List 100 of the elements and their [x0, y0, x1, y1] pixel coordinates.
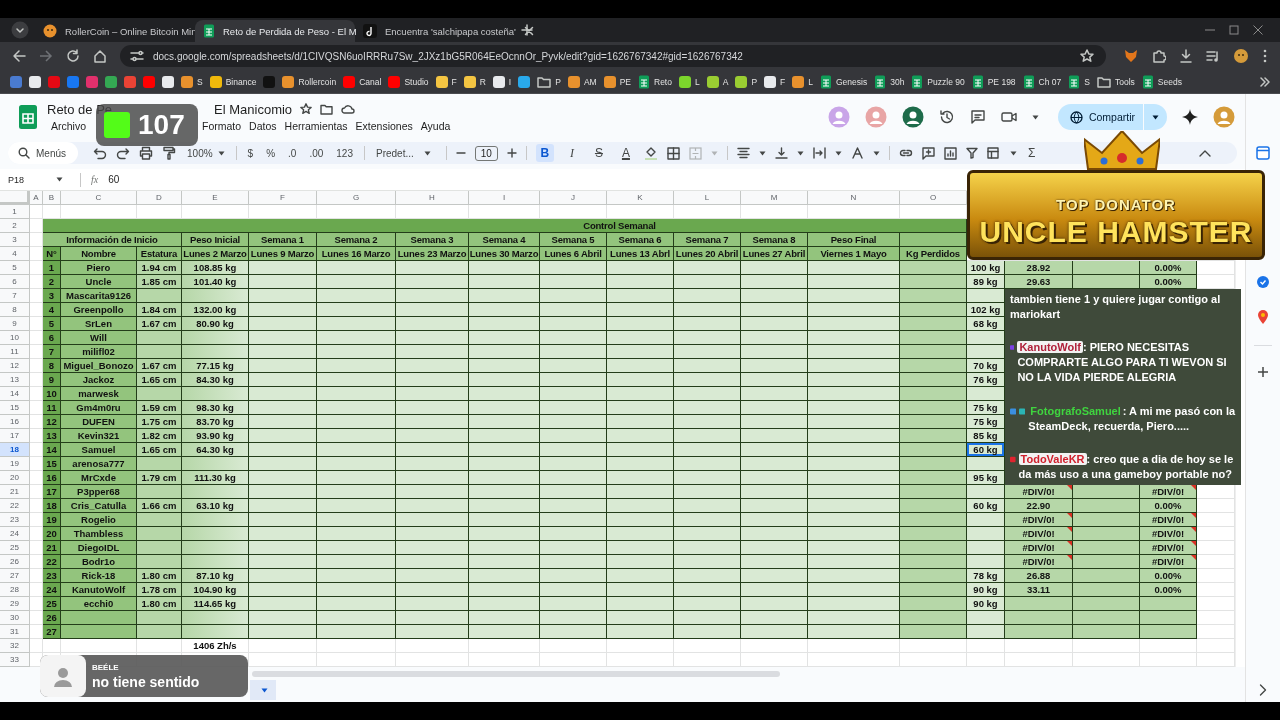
bookmark[interactable]: F [435, 75, 457, 88]
comment-icon[interactable] [969, 109, 986, 125]
row-header[interactable]: 10 [0, 331, 30, 345]
column-header[interactable]: O [900, 191, 967, 205]
collapse-icon[interactable] [1199, 149, 1211, 157]
tasks-icon[interactable] [1256, 275, 1270, 289]
bookmark[interactable]: Studio [388, 75, 429, 88]
row-header[interactable]: 25 [0, 541, 30, 555]
format-button[interactable]: $ [245, 144, 256, 162]
reload-icon[interactable] [66, 49, 80, 63]
address-bar[interactable]: docs.google.com/spreadsheets/d/1CIVQSN6uoIRRRu7Sw_2JXz1bG5R064EeOcnnOr_Pyvk/edit?gid=1626767342#gid=1626767342 [120, 45, 1106, 67]
calendar-icon[interactable] [1256, 146, 1270, 160]
video-call-icon[interactable] [1000, 111, 1017, 123]
bookmark[interactable]: Reto [638, 74, 672, 89]
bookmark[interactable]: Puzzle 90 [911, 74, 965, 89]
star-icon[interactable] [300, 103, 313, 115]
merge-cells-icon[interactable] [688, 146, 702, 160]
download-icon[interactable] [1179, 49, 1193, 63]
row-header[interactable]: 30 [0, 611, 30, 625]
functions-button[interactable]: Σ [1025, 144, 1038, 162]
chevron-right-icon[interactable] [1259, 684, 1267, 696]
column-header[interactable]: H [396, 191, 469, 205]
bookmark[interactable]: A [706, 75, 729, 88]
format-button[interactable]: .0 [286, 144, 299, 162]
text-wrap-icon[interactable] [812, 147, 826, 159]
share-button[interactable]: Compartir [1057, 104, 1167, 130]
text-style-button[interactable]: I [562, 144, 581, 162]
browser-tab[interactable]: Encuentra 'salchipapa costeña' [355, 20, 515, 42]
row-header[interactable]: 1 [0, 205, 30, 219]
row-header[interactable]: 22 [0, 499, 30, 513]
plus-icon[interactable] [1257, 366, 1269, 378]
column-header[interactable]: K [607, 191, 674, 205]
hamster-icon[interactable] [1233, 48, 1249, 64]
bookmark[interactable]: Seeds [1141, 74, 1182, 89]
text-rotate-icon[interactable] [850, 147, 864, 159]
add-comment-icon[interactable] [921, 146, 935, 160]
column-header[interactable]: L [674, 191, 741, 205]
name-box[interactable]: P18 [8, 174, 70, 185]
row-header[interactable]: 8 [0, 303, 30, 317]
row-header[interactable]: 20 [0, 471, 30, 485]
row-header[interactable]: 15 [0, 401, 30, 415]
row-header[interactable]: 3 [0, 233, 30, 247]
bookmark[interactable]: AM [567, 75, 597, 88]
row-header[interactable]: 17 [0, 429, 30, 443]
text-style-button[interactable]: S [589, 144, 608, 162]
bookmark[interactable]: Tools [1096, 75, 1135, 88]
bookmark[interactable]: R [463, 75, 486, 88]
menu-item[interactable]: Formato [198, 118, 246, 133]
restore-icon[interactable] [1228, 24, 1240, 36]
bookmark[interactable]: PE 198 [971, 74, 1016, 89]
cloud-icon[interactable] [341, 104, 356, 114]
document-title[interactable]: El Manicomio [214, 101, 293, 117]
menu-item[interactable]: Ayuda [416, 118, 455, 133]
sparkle-icon[interactable] [1182, 109, 1198, 125]
bookmark[interactable]: 30h [874, 74, 905, 89]
column-header[interactable]: N [808, 191, 900, 205]
row-header[interactable]: 13 [0, 373, 30, 387]
bookmark-icon[interactable] [518, 75, 531, 88]
bookmark[interactable]: Rollercoin [282, 75, 337, 88]
plus-icon[interactable] [506, 148, 517, 158]
row-header[interactable]: 33 [0, 653, 30, 667]
font-size-field[interactable]: 10 [474, 145, 498, 161]
media-control-icon[interactable] [1206, 49, 1220, 63]
bookmark-icon[interactable] [162, 75, 174, 88]
forward-arrow-icon[interactable] [39, 49, 53, 63]
tab-search-button[interactable] [11, 21, 29, 39]
home-icon[interactable] [93, 49, 107, 63]
row-header[interactable]: 11 [0, 345, 30, 359]
paint-format-icon[interactable] [162, 146, 176, 160]
bookmark[interactable]: S [181, 75, 203, 88]
print-icon[interactable] [139, 146, 153, 160]
sheets-logo-icon[interactable] [18, 104, 38, 130]
column-header[interactable]: M [741, 191, 808, 205]
back-arrow-icon[interactable] [12, 49, 26, 63]
folder-icon[interactable] [320, 103, 334, 115]
row-header[interactable]: 28 [0, 583, 30, 597]
scrollbar-thumb[interactable] [252, 670, 780, 677]
bookmark[interactable]: Binance [209, 75, 257, 88]
column-header[interactable]: E [182, 191, 249, 205]
formula-field[interactable]: 60 [108, 174, 120, 185]
column-header[interactable]: B [43, 191, 61, 205]
row-header[interactable]: 5 [0, 261, 30, 275]
bookmark[interactable]: P [537, 75, 561, 88]
bookmark[interactable]: F [764, 75, 786, 88]
row-header[interactable]: 6 [0, 275, 30, 289]
bookmark[interactable]: S [1068, 74, 1090, 89]
row-header[interactable]: 29 [0, 597, 30, 611]
vertical-align-icon[interactable] [774, 147, 788, 159]
row-header[interactable]: 26 [0, 555, 30, 569]
row-header[interactable]: 19 [0, 457, 30, 471]
row-header[interactable]: 14 [0, 387, 30, 401]
format-button[interactable]: 123 [334, 144, 355, 162]
column-header[interactable]: J [540, 191, 607, 205]
row-header[interactable]: 12 [0, 359, 30, 373]
puzzle-icon[interactable] [1152, 49, 1166, 63]
borders-icon[interactable] [666, 146, 680, 160]
redo-icon[interactable] [116, 146, 130, 160]
chart-icon[interactable] [943, 146, 957, 160]
column-header[interactable]: I [469, 191, 540, 205]
search-field[interactable]: Menús [8, 142, 78, 164]
